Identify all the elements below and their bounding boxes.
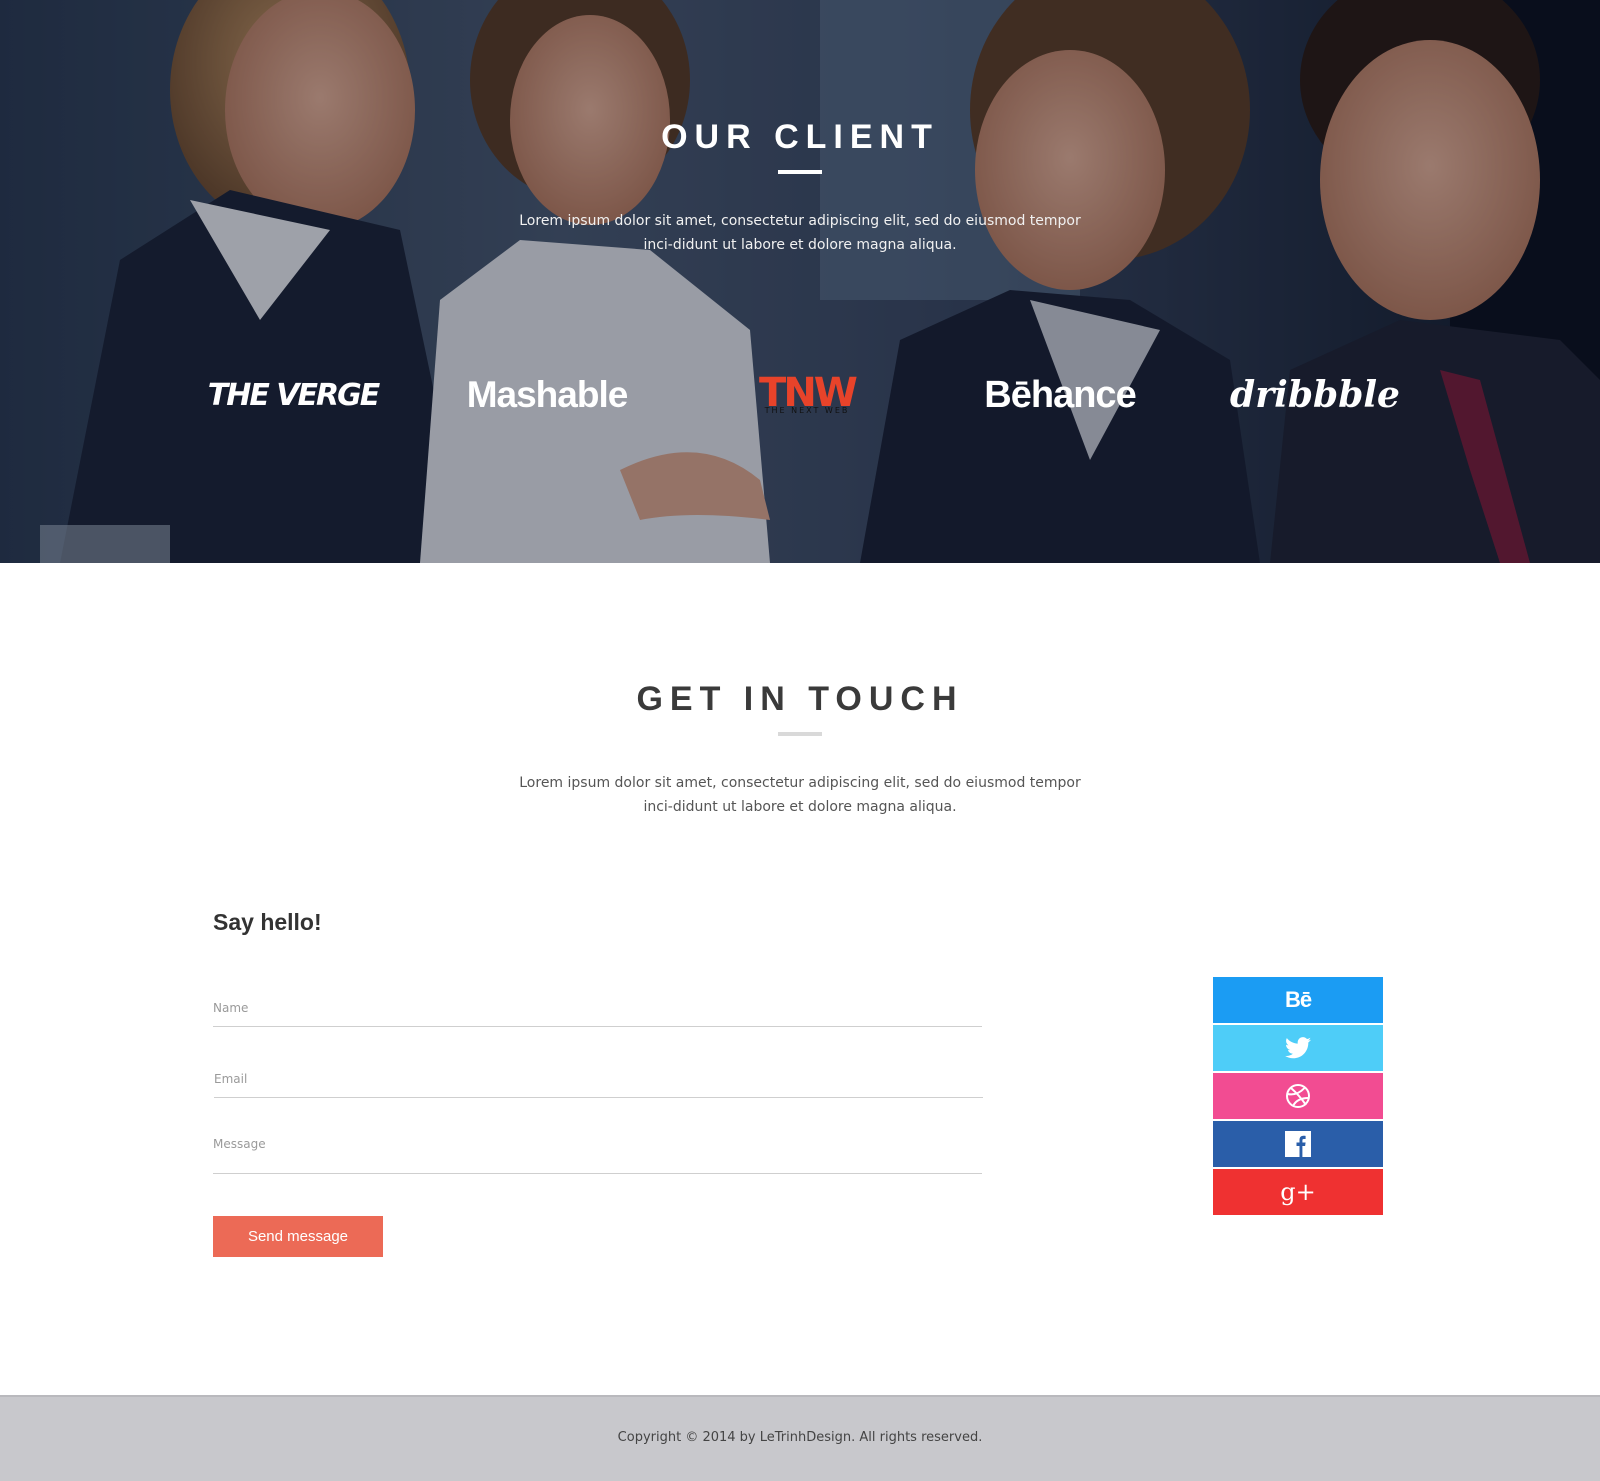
name-field[interactable] <box>213 989 982 1026</box>
copyright-text: Copyright © 2014 by LeTrinhDesign. All r… <box>617 1430 983 1445</box>
tnw-logo[interactable]: TNW THE NEXT WEB <box>752 360 862 430</box>
message-field[interactable] <box>213 1137 982 1173</box>
mashable-logo[interactable]: Mashable <box>462 360 632 430</box>
dribbble-logo-text: dribbble <box>1230 374 1400 416</box>
mashable-logo-text: Mashable <box>466 374 629 415</box>
google-plus-button[interactable]: g+ <box>1213 1169 1383 1215</box>
send-message-button[interactable]: Send message <box>213 1216 383 1257</box>
clients-title: OUR CLIENT <box>661 118 939 156</box>
contact-title: GET IN TOUCH <box>636 680 964 718</box>
hero-overlay <box>0 0 1600 563</box>
contact-title-underline <box>778 732 822 736</box>
twitter-icon <box>1285 1037 1311 1059</box>
social-links: Bē g+ <box>1213 977 1383 1217</box>
facebook-icon <box>1285 1131 1311 1157</box>
dribbble-icon <box>1286 1084 1310 1108</box>
behance-logo[interactable]: Bēhance <box>975 360 1145 430</box>
the-verge-logo[interactable]: THE VERGE <box>207 360 380 430</box>
name-field-wrapper <box>213 989 982 1027</box>
dribbble-button[interactable] <box>1213 1073 1383 1119</box>
facebook-button[interactable] <box>1213 1121 1383 1167</box>
the-verge-logo-text: THE VERGE <box>207 377 380 413</box>
message-field-wrapper <box>213 1137 982 1174</box>
footer: Copyright © 2014 by LeTrinhDesign. All r… <box>0 1395 1600 1481</box>
form-heading: Say hello! <box>213 909 322 935</box>
behance-logo-text: Bēhance <box>984 373 1136 416</box>
google-plus-icon: g+ <box>1280 1178 1316 1206</box>
contact-description: Lorem ipsum dolor sit amet, consectetur … <box>519 775 1081 815</box>
twitter-button[interactable] <box>1213 1025 1383 1071</box>
clients-description: Lorem ipsum dolor sit amet, consectetur … <box>519 213 1081 253</box>
clients-title-underline <box>778 170 822 174</box>
tnw-logo-subtext: THE NEXT WEB <box>764 406 850 415</box>
email-field-wrapper <box>214 1061 983 1098</box>
behance-icon: Bē <box>1284 987 1312 1012</box>
clients-section: OUR CLIENT Lorem ipsum dolor sit amet, c… <box>0 0 1600 563</box>
dribbble-logo[interactable]: dribbble <box>1230 360 1400 430</box>
client-logos: THE VERGE Mashable TNW THE NEXT WEB Bēha… <box>0 360 1600 430</box>
behance-button[interactable]: Bē <box>1213 977 1383 1023</box>
email-field[interactable] <box>214 1061 983 1097</box>
